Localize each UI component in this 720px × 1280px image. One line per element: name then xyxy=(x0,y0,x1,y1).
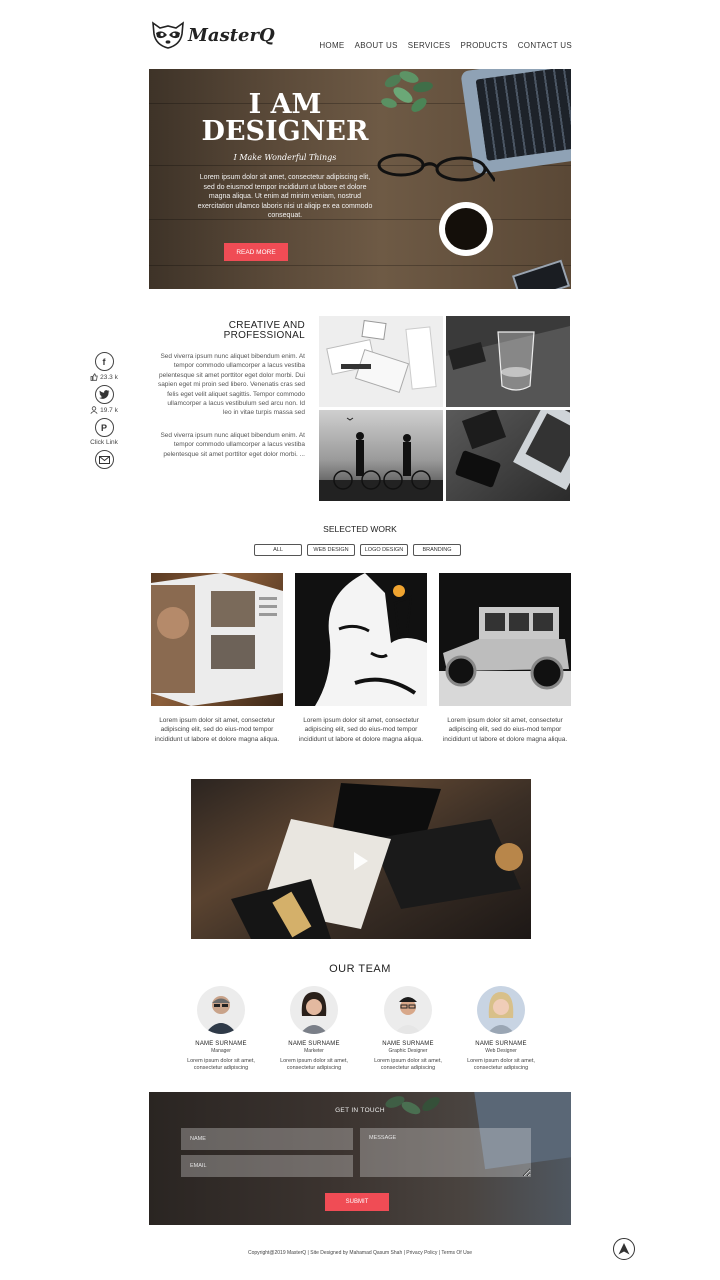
filter-logo-design-button[interactable]: LOGO DESIGN xyxy=(360,544,408,556)
user-icon xyxy=(90,406,98,414)
avatar xyxy=(477,986,525,1034)
member-role: Manager xyxy=(211,1048,231,1054)
wood-grain-line xyxy=(149,265,571,266)
main-nav: HOME ABOUT US SERVICES PRODUCTS CONTACT … xyxy=(319,41,572,50)
facebook-icon[interactable]: f xyxy=(94,352,114,371)
work-item-magazine[interactable]: Lorem ipsum dolor sit amet, consectetur … xyxy=(151,573,283,744)
member-role: Marketer xyxy=(304,1048,324,1054)
email-icon[interactable] xyxy=(94,450,114,469)
footer-text: Copyright@2019 MasterQ | Site Designed b… xyxy=(248,1250,472,1256)
nav-services[interactable]: SERVICES xyxy=(408,41,451,50)
selected-work-title: SELECTED WORK xyxy=(323,524,397,534)
team-member: NAME SURNAME Manager Lorem ipsum dolor s… xyxy=(181,986,261,1072)
nav-products[interactable]: PRODUCTS xyxy=(460,41,507,50)
read-more-button[interactable]: READ MORE xyxy=(224,243,288,261)
hero-title: I AM DESIGNER xyxy=(201,89,369,147)
member-role: Graphic Designer xyxy=(388,1048,428,1054)
email-field[interactable] xyxy=(181,1155,353,1177)
member-description: Lorem ipsum dolor sit amet, consectetur … xyxy=(374,1058,442,1071)
avatar xyxy=(197,986,245,1034)
team-member: NAME SURNAME Marketer Lorem ipsum dolor … xyxy=(274,986,354,1072)
nav-about-us[interactable]: ABOUT US xyxy=(355,41,398,50)
message-field[interactable] xyxy=(360,1128,531,1177)
contact-title: GET IN TOUCH xyxy=(335,1107,385,1114)
video-player[interactable] xyxy=(191,779,531,939)
vintage-car-image xyxy=(439,573,571,706)
submit-button[interactable]: SUBMIT xyxy=(325,1193,389,1211)
social-sidebar: f 23.3 k 19.7 k P Click Link xyxy=(89,352,119,473)
avatar xyxy=(384,986,432,1034)
filter-branding-button[interactable]: BRANDING xyxy=(413,544,461,556)
name-field[interactable] xyxy=(181,1128,353,1150)
glass-image xyxy=(446,316,570,407)
work-filters: ALL WEB DESIGN LOGO DESIGN BRANDING xyxy=(254,544,461,556)
scroll-to-top-button[interactable] xyxy=(613,1238,635,1260)
contact-section: GET IN TOUCH SUBMIT xyxy=(149,1092,571,1225)
creative-image-grid xyxy=(319,316,571,501)
member-description: Lorem ipsum dolor sit amet, consectetur … xyxy=(187,1058,255,1071)
team-member: NAME SURNAME Graphic Designer Lorem ipsu… xyxy=(368,986,448,1072)
twitter-icon[interactable] xyxy=(94,385,114,404)
member-name: NAME SURNAME xyxy=(382,1041,434,1047)
hero-subtitle: I Make Wonderful Things xyxy=(233,153,337,162)
member-description: Lorem ipsum dolor sit amet, consectetur … xyxy=(280,1058,348,1071)
illustration-image xyxy=(295,573,427,706)
likes-count: 23.3 k xyxy=(90,373,118,381)
coffee-cup-decoration xyxy=(439,202,493,256)
work-item-vintage-car[interactable]: Lorem ipsum dolor sit amet, consectetur … xyxy=(439,573,571,744)
desk-devices-image xyxy=(446,410,570,501)
creative-paragraph: Sed viverra ipsum nunc aliquet bibendum … xyxy=(157,353,305,417)
member-name: NAME SURNAME xyxy=(195,1041,247,1047)
filter-all-button[interactable]: ALL xyxy=(254,544,302,556)
hero-banner: I AM DESIGNER I Make Wonderful Things Lo… xyxy=(149,69,571,289)
hero-description: Lorem ipsum dolor sit amet, consectetur … xyxy=(197,174,373,219)
nav-home[interactable]: HOME xyxy=(319,41,344,50)
work-caption: Lorem ipsum dolor sit amet, consectetur … xyxy=(298,717,424,743)
pinterest-icon[interactable]: P xyxy=(94,418,114,437)
followers-count: 19.7 k xyxy=(90,406,118,414)
member-role: Web Designer xyxy=(485,1048,517,1054)
team-title: OUR TEAM xyxy=(329,963,391,975)
brand-logo[interactable]: MasterQ xyxy=(150,18,275,52)
magazine-image xyxy=(151,573,283,706)
thumbs-up-icon xyxy=(90,373,98,381)
cyclists-image xyxy=(319,410,443,501)
work-item-illustration[interactable]: Lorem ipsum dolor sit amet, consectetur … xyxy=(295,573,427,744)
team-member: NAME SURNAME Web Designer Lorem ipsum do… xyxy=(461,986,541,1072)
play-icon[interactable] xyxy=(354,852,368,870)
work-caption: Lorem ipsum dolor sit amet, consectetur … xyxy=(442,717,568,743)
stationery-image xyxy=(319,316,443,407)
pinterest-link-label[interactable]: Click Link xyxy=(90,439,118,446)
arrow-up-icon xyxy=(618,1243,630,1255)
raccoon-logo-icon xyxy=(152,21,184,49)
member-name: NAME SURNAME xyxy=(288,1041,340,1047)
brand-name: MasterQ xyxy=(188,24,275,46)
creative-title: CREATIVE AND PROFESSIONAL xyxy=(223,320,305,341)
glasses-decoration xyxy=(377,153,495,182)
nav-contact-us[interactable]: CONTACT US xyxy=(518,41,572,50)
member-description: Lorem ipsum dolor sit amet, consectetur … xyxy=(467,1058,535,1071)
avatar xyxy=(290,986,338,1034)
filter-web-design-button[interactable]: WEB DESIGN xyxy=(307,544,355,556)
member-name: NAME SURNAME xyxy=(475,1041,527,1047)
creative-paragraph: Sed viverra ipsum nunc aliquet bibendum … xyxy=(160,432,305,458)
work-caption: Lorem ipsum dolor sit amet, consectetur … xyxy=(154,717,280,743)
